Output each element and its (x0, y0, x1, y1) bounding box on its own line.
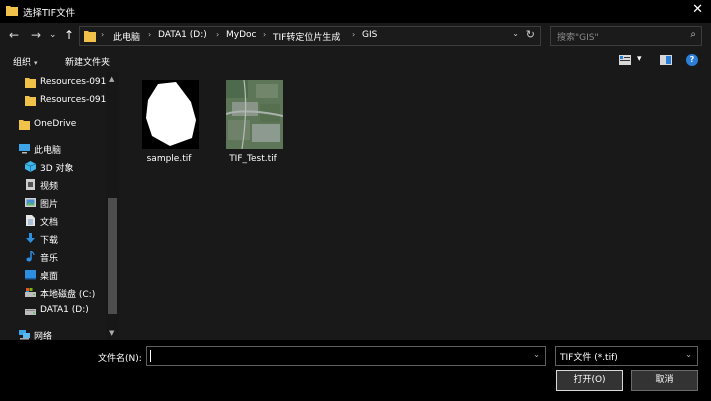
breadcrumb-mydoc[interactable]: MyDoc (226, 30, 256, 40)
download-icon (26, 233, 35, 243)
file-type-select[interactable]: TIF文件 (*.tif) ⌄ (555, 346, 698, 366)
breadcrumb-this-pc[interactable]: 此电脑 (113, 30, 140, 43)
recent-locations-icon[interactable]: ⌄ (49, 27, 57, 43)
preview-pane-icon (660, 55, 672, 65)
file-item[interactable]: sample.tif (129, 80, 209, 168)
sidebar-item-label: 音乐 (40, 254, 59, 264)
sidebar-item-label: 本地磁盘 (C:) (40, 290, 96, 300)
sidebar-item-label: 图片 (40, 200, 59, 210)
sidebar-item-label: Resources-091 (40, 77, 107, 87)
sidebar-item-resources-1[interactable]: Resources-091 (0, 75, 107, 91)
desktop-icon (25, 270, 36, 280)
breadcrumb-data1[interactable]: DATA1 (D:) (158, 30, 207, 40)
sidebar-item-desktop[interactable]: 桌面 (0, 267, 105, 283)
file-thumbnail (226, 80, 283, 149)
network-icon (19, 330, 30, 340)
sidebar-item-label: OneDrive (34, 119, 77, 129)
sidebar-item-label: Resources-091 (40, 95, 107, 105)
computer-icon (19, 144, 30, 154)
command-bar: 组织 ▾ 新建文件夹 ▾ ? (0, 49, 711, 72)
new-folder-button[interactable]: 新建文件夹 (65, 55, 110, 68)
search-box[interactable]: 搜索"GIS" ⌕ (550, 26, 702, 46)
sidebar-item-videos[interactable]: 视频 (0, 177, 105, 193)
drive-icon (25, 309, 36, 315)
sidebar-item-label: 3D 对象 (40, 164, 74, 174)
3d-objects-icon (25, 161, 36, 172)
drive-icon (25, 288, 36, 297)
filename-label: 文件名(N): (98, 354, 142, 364)
breadcrumb-gis[interactable]: GIS (362, 30, 377, 40)
change-view-button[interactable] (619, 55, 631, 68)
sidebar-item-label: 下载 (40, 236, 59, 246)
preview-pane-button[interactable] (660, 55, 672, 68)
view-dropdown-icon[interactable]: ▾ (637, 54, 642, 64)
sidebar-item-3d-objects[interactable]: 3D 对象 (0, 159, 105, 175)
back-icon[interactable]: ← (9, 27, 19, 43)
file-type-value: TIF文件 (*.tif) (560, 353, 618, 363)
navigation-pane: Resources-091 Resources-091 OneDrive 此电脑… (0, 72, 119, 342)
open-button[interactable]: 打开(O) (556, 370, 623, 391)
sidebar-item-local-disk-c[interactable]: 本地磁盘 (C:) (0, 285, 105, 301)
sidebar-item-downloads[interactable]: 下载 (0, 231, 105, 247)
navigation-bar: ← → ⌄ ↑ › 此电脑 › DATA1 (D:) › MyDoc › TIF… (0, 23, 711, 49)
close-icon[interactable]: ✕ (692, 3, 703, 17)
scroll-up-icon[interactable]: ▲ (109, 75, 114, 83)
sidebar-item-documents[interactable]: 文档 (0, 213, 105, 229)
pictures-icon (25, 198, 36, 207)
video-icon (26, 179, 35, 190)
file-name: TIF_Test.tif (229, 154, 277, 164)
sidebar-item-this-pc[interactable]: 此电脑 (0, 141, 105, 157)
chevron-right-icon: › (101, 30, 105, 39)
file-thumbnail (142, 80, 199, 149)
chevron-right-icon: › (263, 30, 267, 39)
search-input[interactable]: 搜索"GIS" (557, 30, 599, 43)
chevron-down-icon[interactable]: ⌄ (533, 350, 540, 359)
address-bar[interactable]: › 此电脑 › DATA1 (D:) › MyDoc › TIF转定位片生成 ›… (79, 26, 541, 46)
sidebar-scrollbar[interactable]: ▲ ▼ (106, 72, 119, 340)
window-title: 选择TIF文件 (23, 8, 76, 19)
chevron-down-icon[interactable]: ⌄ (512, 29, 519, 38)
scrollbar-thumb[interactable] (108, 198, 117, 314)
sidebar-item-pictures[interactable]: 图片 (0, 195, 105, 211)
file-name: sample.tif (146, 154, 192, 164)
forward-icon[interactable]: → (31, 27, 41, 43)
search-icon: ⌕ (690, 29, 696, 40)
sidebar-item-resources-2[interactable]: Resources-091 (0, 93, 107, 109)
bottom-panel: 文件名(N): ⌄ TIF文件 (*.tif) ⌄ 打开(O) 取消 (0, 340, 711, 401)
sidebar-item-music[interactable]: 音乐 (0, 249, 105, 265)
chevron-right-icon: › (216, 30, 220, 39)
chevron-right-icon: › (148, 30, 152, 39)
file-item[interactable]: TIF_Test.tif (213, 80, 293, 168)
organize-label: 组织 (13, 58, 32, 68)
refresh-icon[interactable]: ↻ (526, 28, 535, 41)
filename-field[interactable]: ⌄ (146, 346, 546, 366)
cancel-button[interactable]: 取消 (631, 370, 698, 391)
folder-icon (19, 120, 30, 130)
folder-icon (84, 31, 96, 42)
sidebar-item-label: 此电脑 (34, 146, 62, 156)
chevron-right-icon: › (352, 30, 356, 39)
sidebar-item-onedrive[interactable]: OneDrive (0, 117, 105, 133)
view-options-icon (619, 55, 631, 65)
chevron-down-icon: ▾ (34, 59, 38, 67)
folder-icon (25, 96, 36, 106)
folder-app-icon (6, 6, 18, 16)
folder-icon (25, 78, 36, 88)
sidebar-item-label: 桌面 (40, 272, 59, 282)
help-icon[interactable]: ? (686, 54, 698, 66)
sidebar-item-label: DATA1 (D:) (40, 305, 89, 315)
documents-icon (26, 215, 35, 226)
organize-button[interactable]: 组织 ▾ (13, 55, 38, 68)
file-list: sample.tif TIF_Test.tif (119, 72, 711, 340)
up-icon[interactable]: ↑ (64, 27, 74, 43)
music-icon (26, 251, 35, 262)
breadcrumb-tif-folder[interactable]: TIF转定位片生成 (273, 30, 340, 43)
sidebar-item-label: 视频 (40, 182, 59, 192)
chevron-down-icon: ⌄ (685, 350, 692, 359)
sidebar-item-label: 文档 (40, 218, 59, 228)
title-bar: 选择TIF文件 ✕ (0, 0, 711, 23)
sidebar-item-data1-d[interactable]: DATA1 (D:) (0, 303, 105, 319)
text-caret (150, 350, 151, 362)
scroll-down-icon[interactable]: ▼ (109, 329, 114, 337)
